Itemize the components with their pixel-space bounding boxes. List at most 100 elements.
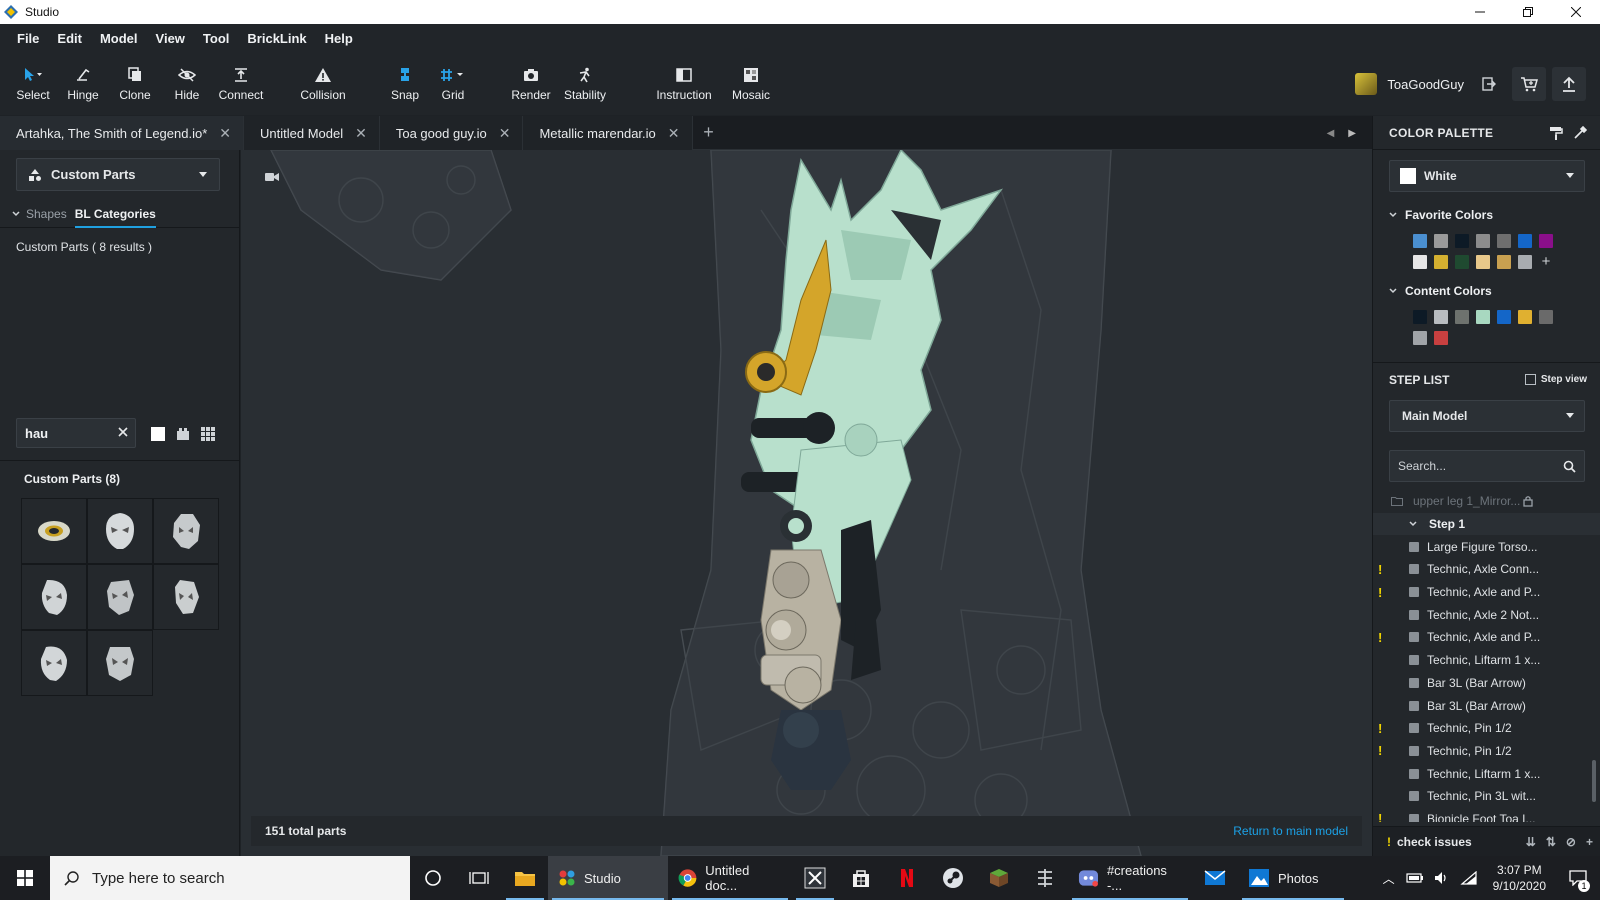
parts-search-input[interactable] bbox=[17, 419, 107, 447]
restore-button[interactable] bbox=[1504, 0, 1552, 24]
collision-tool-button[interactable]: Collision bbox=[296, 64, 350, 102]
category-dropdown[interactable]: Custom Parts bbox=[16, 158, 220, 191]
start-button[interactable] bbox=[0, 856, 50, 900]
clock[interactable]: 3:07 PM 9/10/2020 bbox=[1483, 862, 1556, 894]
color-swatch[interactable] bbox=[1455, 255, 1469, 269]
menu-model[interactable]: Model bbox=[91, 31, 147, 46]
mosaic-tool-button[interactable]: Mosaic bbox=[724, 64, 778, 102]
model-dropdown[interactable]: Main Model bbox=[1389, 400, 1585, 432]
taskbar-snipping-tool[interactable] bbox=[792, 856, 838, 900]
taskbar-app-dark[interactable] bbox=[1022, 856, 1068, 900]
tab-bl-categories[interactable]: BL Categories bbox=[74, 207, 156, 228]
tab-metallic-marendar[interactable]: Metallic marendar.io ✕ bbox=[523, 116, 693, 150]
color-swatch[interactable] bbox=[1518, 255, 1532, 269]
color-swatch[interactable] bbox=[1497, 255, 1511, 269]
check-issues-button[interactable]: check issues bbox=[1397, 835, 1472, 849]
color-swatch[interactable] bbox=[1518, 310, 1532, 324]
color-swatch[interactable] bbox=[1434, 310, 1448, 324]
cart-button[interactable] bbox=[1512, 67, 1546, 101]
grid-tool-button[interactable]: Grid bbox=[426, 64, 480, 102]
step-part-row[interactable]: Technic, Liftarm 1 x... bbox=[1373, 762, 1600, 785]
color-swatch[interactable] bbox=[1413, 331, 1427, 345]
favorite-colors-section[interactable]: Favorite Colors bbox=[1389, 208, 1493, 222]
step-part-row[interactable]: Bar 3L (Bar Arrow) bbox=[1373, 672, 1600, 695]
step-part-row[interactable]: ! Bionicle Foot Toa I... bbox=[1373, 808, 1600, 822]
chevron-down-icon[interactable] bbox=[12, 210, 20, 217]
search-icon[interactable] bbox=[1563, 460, 1576, 473]
taskbar-netflix[interactable] bbox=[884, 856, 930, 900]
color-swatch[interactable] bbox=[1434, 234, 1448, 248]
part-tile[interactable] bbox=[153, 498, 219, 564]
color-swatch[interactable] bbox=[1497, 310, 1511, 324]
step-part-row[interactable]: ! Technic, Pin 1/2 bbox=[1373, 740, 1600, 763]
color-swatch[interactable] bbox=[1455, 234, 1469, 248]
close-tab-icon[interactable]: ✕ bbox=[219, 125, 231, 142]
color-swatch[interactable] bbox=[1413, 234, 1427, 248]
close-button[interactable] bbox=[1552, 0, 1600, 24]
hide-tool-button[interactable]: Hide bbox=[160, 64, 214, 102]
taskbar-studio[interactable]: Studio bbox=[548, 856, 668, 900]
taskbar-mail[interactable] bbox=[1192, 856, 1238, 900]
color-swatch[interactable] bbox=[1539, 234, 1553, 248]
color-swatch[interactable] bbox=[1455, 310, 1469, 324]
taskbar-chrome[interactable]: Untitled doc... bbox=[668, 856, 792, 900]
step-part-row[interactable]: ! Technic, Axle Conn... bbox=[1373, 558, 1600, 581]
render-tool-button[interactable]: Render bbox=[504, 64, 558, 102]
return-to-main-model-link[interactable]: Return to main model bbox=[1233, 824, 1348, 838]
tab-scroll-right-icon[interactable]: ▶ bbox=[1348, 128, 1356, 139]
logout-button[interactable] bbox=[1472, 67, 1506, 101]
part-tile[interactable] bbox=[21, 630, 87, 696]
camera-icon[interactable] bbox=[265, 172, 279, 182]
snap-tool-button[interactable]: Snap bbox=[378, 64, 432, 102]
clear-search-icon[interactable] bbox=[117, 426, 129, 438]
view-grid-icon[interactable] bbox=[200, 426, 216, 442]
clone-tool-button[interactable]: Clone bbox=[108, 64, 162, 102]
step-view-checkbox[interactable]: Step view bbox=[1524, 374, 1587, 385]
task-view-button[interactable] bbox=[456, 856, 502, 900]
tab-untitled-model[interactable]: Untitled Model ✕ bbox=[244, 116, 380, 150]
instruction-tool-button[interactable]: Instruction bbox=[654, 64, 714, 102]
close-tab-icon[interactable]: ✕ bbox=[499, 125, 511, 142]
username[interactable]: ToaGoodGuy bbox=[1387, 77, 1464, 92]
content-colors-section[interactable]: Content Colors bbox=[1389, 284, 1492, 298]
step-part-row[interactable]: Technic, Liftarm 1 x... bbox=[1373, 649, 1600, 672]
step-part-row[interactable]: Large Figure Torso... bbox=[1373, 535, 1600, 558]
color-swatch[interactable] bbox=[1476, 255, 1490, 269]
menu-help[interactable]: Help bbox=[316, 31, 362, 46]
taskbar-discord[interactable]: #creations -... bbox=[1068, 856, 1192, 900]
step-part-row[interactable]: Technic, Pin 3L wit... bbox=[1373, 785, 1600, 808]
menu-file[interactable]: File bbox=[8, 31, 48, 46]
menu-bricklink[interactable]: BrickLink bbox=[238, 31, 315, 46]
close-tab-icon[interactable]: ✕ bbox=[668, 125, 680, 142]
view-large-icon[interactable] bbox=[150, 426, 166, 442]
tab-artahka[interactable]: Artahka, The Smith of Legend.io* ✕ bbox=[0, 116, 245, 150]
eyedropper-icon[interactable] bbox=[1573, 126, 1587, 140]
step-search-input[interactable] bbox=[1390, 451, 1550, 481]
file-explorer-button[interactable] bbox=[502, 856, 548, 900]
select-tool-button[interactable]: Select bbox=[6, 64, 60, 102]
selected-color-dropdown[interactable]: White bbox=[1389, 160, 1585, 192]
upload-button[interactable] bbox=[1552, 67, 1586, 101]
hinge-tool-button[interactable]: Hinge bbox=[56, 64, 110, 102]
battery-icon[interactable] bbox=[1406, 872, 1424, 884]
color-swatch[interactable] bbox=[1518, 234, 1532, 248]
color-swatch[interactable] bbox=[1476, 234, 1490, 248]
step-part-row[interactable]: Technic, Axle 2 Not... bbox=[1373, 603, 1600, 626]
parts-search-field[interactable] bbox=[16, 418, 136, 448]
notification-center-button[interactable]: 1 bbox=[1556, 856, 1600, 900]
3d-viewport[interactable]: 151 total parts Return to main model bbox=[241, 150, 1372, 856]
stability-tool-button[interactable]: Stability bbox=[558, 64, 612, 102]
step-part-row[interactable]: Bar 3L (Bar Arrow) bbox=[1373, 694, 1600, 717]
menu-view[interactable]: View bbox=[147, 31, 194, 46]
taskbar-steam[interactable] bbox=[930, 856, 976, 900]
chevron-up-icon[interactable]: ︿ bbox=[1377, 870, 1401, 887]
part-tile[interactable] bbox=[21, 564, 87, 630]
menu-edit[interactable]: Edit bbox=[48, 31, 91, 46]
taskbar-store[interactable] bbox=[838, 856, 884, 900]
step-part-row[interactable]: ! Technic, Axle and P... bbox=[1373, 626, 1600, 649]
step-row[interactable]: Step 1 bbox=[1373, 512, 1600, 536]
expand-all-icon[interactable]: ⇅ bbox=[1546, 835, 1556, 849]
paint-roller-icon[interactable] bbox=[1549, 126, 1563, 140]
minimize-button[interactable] bbox=[1456, 0, 1504, 24]
tab-toa-good-guy[interactable]: Toa good guy.io ✕ bbox=[379, 116, 524, 150]
